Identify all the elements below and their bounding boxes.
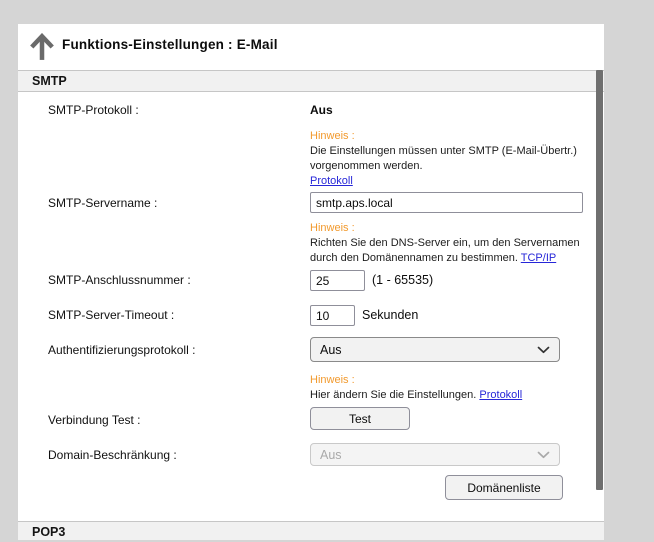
page-title: Funktions-Einstellungen : E-Mail (62, 37, 278, 52)
chevron-down-icon (537, 451, 550, 459)
page-header: Funktions-Einstellungen : E-Mail (18, 24, 604, 70)
connection-test-label: Verbindung Test : (48, 413, 141, 427)
note-line: Hier ändern Sie die Einstellungen. (310, 389, 476, 401)
note-line: vorgenommen werden. (310, 159, 577, 174)
content-panel: Funktions-Einstellungen : E-Mail SMTP SM… (18, 24, 604, 540)
domain-restriction-selected-value: Aus (320, 448, 342, 462)
domain-list-button[interactable]: Domänenliste (445, 475, 563, 500)
auth-protocol-note: Hinweis : Hier ändern Sie die Einstellun… (310, 373, 522, 403)
smtp-port-range-hint: (1 - 65535) (372, 273, 433, 287)
note-line: Richten Sie den DNS-Server ein, um den S… (310, 236, 580, 251)
protocol-link[interactable]: Protokoll (479, 389, 522, 401)
smtp-timeout-label: SMTP-Server-Timeout : (48, 308, 174, 322)
smtp-timeout-unit: Sekunden (362, 308, 418, 322)
auth-protocol-label: Authentifizierungsprotokoll : (48, 343, 195, 357)
smtp-port-label: SMTP-Anschlussnummer : (48, 273, 191, 287)
domain-restriction-label: Domain-Beschränkung : (48, 448, 177, 462)
domain-restriction-select: Aus (310, 443, 560, 466)
smtp-protocol-note: Hinweis : Die Einstellungen müssen unter… (310, 129, 577, 189)
test-button[interactable]: Test (310, 407, 410, 430)
tcpip-link[interactable]: TCP/IP (521, 252, 556, 264)
smtp-server-name-input[interactable] (310, 192, 583, 213)
protocol-link[interactable]: Protokoll (310, 175, 353, 187)
smtp-protocol-label: SMTP-Protokoll : (48, 103, 139, 117)
smtp-protocol-value: Aus (310, 103, 333, 117)
chevron-down-icon (537, 346, 550, 354)
vertical-scrollbar-thumb[interactable] (596, 70, 603, 490)
note-title: Hinweis : (310, 221, 580, 236)
note-title: Hinweis : (310, 373, 522, 388)
note-line: durch den Domänennamen zu bestimmen. (310, 252, 518, 264)
smtp-port-input[interactable] (310, 270, 365, 291)
smtp-server-name-note: Hinweis : Richten Sie den DNS-Server ein… (310, 221, 580, 266)
auth-protocol-select[interactable]: Aus (310, 337, 560, 362)
note-title: Hinweis : (310, 129, 577, 144)
section-header-pop3: POP3 (18, 521, 604, 540)
smtp-timeout-input[interactable] (310, 305, 355, 326)
auth-protocol-selected-value: Aus (320, 343, 342, 357)
note-line: Die Einstellungen müssen unter SMTP (E-M… (310, 144, 577, 159)
smtp-server-name-label: SMTP-Servername : (48, 196, 157, 210)
section-header-smtp: SMTP (18, 70, 604, 92)
back-up-arrow-icon[interactable] (29, 33, 55, 61)
